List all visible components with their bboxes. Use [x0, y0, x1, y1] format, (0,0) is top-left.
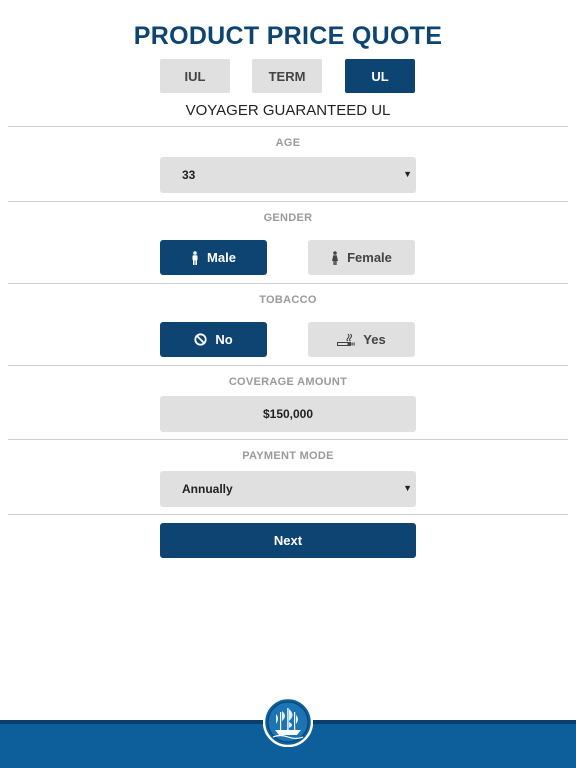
coverage-label: COVERAGE AMOUNT: [228, 376, 348, 388]
divider: [8, 283, 568, 284]
gender-female-label: Female: [347, 250, 392, 265]
payment-mode-label: PAYMENT MODE: [242, 450, 334, 462]
tab-term[interactable]: TERM: [252, 59, 322, 93]
payment-mode-value: Annually: [182, 482, 233, 496]
gender-male-button[interactable]: Male: [160, 240, 267, 275]
divider: [8, 439, 568, 440]
tobacco-yes-label: Yes: [363, 332, 386, 347]
payment-mode-select[interactable]: Annually ▼: [160, 471, 416, 507]
male-icon: [192, 250, 198, 265]
page-title: PRODUCT PRICE QUOTE: [133, 22, 443, 50]
divider: [8, 514, 568, 515]
no-smoking-icon: [194, 333, 207, 346]
gender-male-label: Male: [207, 250, 236, 265]
divider: [8, 201, 568, 202]
divider: [8, 126, 568, 127]
tobacco-no-label: No: [215, 332, 233, 347]
divider: [8, 365, 568, 366]
age-value: 33: [182, 168, 196, 182]
tab-ul[interactable]: UL: [345, 59, 415, 93]
gender-label: GENDER: [263, 212, 313, 224]
female-icon: [332, 250, 339, 265]
age-label: AGE: [275, 137, 301, 149]
cigarette-icon: [337, 333, 355, 346]
coverage-amount-input[interactable]: $150,000: [160, 396, 416, 432]
product-name: VOYAGER GUARANTEED UL: [185, 102, 391, 119]
tobacco-label: TOBACCO: [259, 294, 317, 306]
tobacco-no-button[interactable]: No: [160, 322, 267, 357]
caret-down-icon: ▼: [403, 483, 412, 493]
tab-iul[interactable]: IUL: [160, 59, 230, 93]
caret-down-icon: ▼: [403, 169, 412, 179]
tobacco-yes-button[interactable]: Yes: [308, 322, 415, 357]
age-select[interactable]: 33 ▼: [160, 157, 416, 193]
next-button[interactable]: Next: [160, 523, 416, 558]
ship-logo-icon: [263, 697, 313, 747]
gender-female-button[interactable]: Female: [308, 240, 415, 275]
